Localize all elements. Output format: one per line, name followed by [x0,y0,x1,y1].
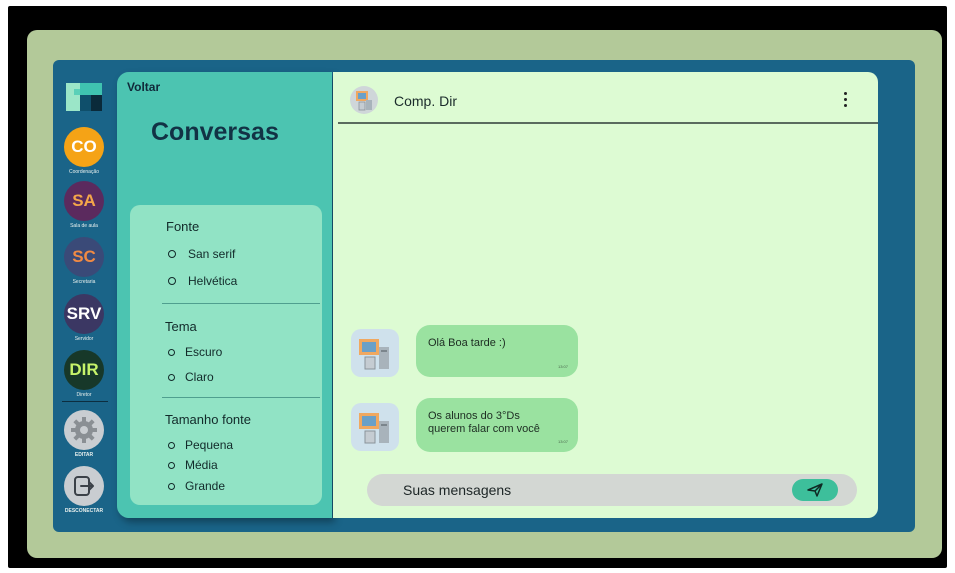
message-time: 13:07 [557,364,568,369]
message-input[interactable] [403,474,783,506]
option-label: Grande [185,479,226,493]
settings-divider [162,397,320,398]
rail-item-coordenacao[interactable]: CO Coordenação [58,127,110,175]
back-link[interactable]: Voltar [127,80,160,94]
font-heading: Fonte [166,219,200,234]
edit-label: EDITAR [74,452,94,458]
logout-label: DESCONECTAR [64,508,104,514]
option-label: San serif [188,247,236,261]
servidor-avatar: SRV [64,294,104,334]
sala-de-aula-avatar: SA [64,181,104,221]
contact-avatar[interactable] [350,86,378,114]
computer-icon [359,339,389,370]
diretor-avatar: DIR [64,350,104,390]
message-text: Os alunos do 3°Ds querem falar com você [428,410,540,436]
radio-icon[interactable] [168,441,175,449]
rail-caption: Secretaria [72,279,96,285]
option-label: Claro [185,370,214,384]
theme-option-escuro[interactable]: Escuro [168,345,222,359]
option-label: Média [185,458,218,472]
size-option-grande[interactable]: Grande [168,479,225,493]
font-option-sans-serif[interactable]: San serif [168,247,235,261]
coordenacao-avatar: CO [64,127,104,167]
radio-icon[interactable] [168,482,175,490]
message-input-bar [367,474,857,506]
chat-header-divider [338,122,878,124]
option-label: Escuro [185,345,223,359]
rail-abbr: SC [72,247,96,266]
rail-caption: Diretor [76,392,92,398]
gear-icon [64,410,104,450]
rail-item-sala-de-aula[interactable]: SA Sala de aula [58,181,110,229]
theme-heading: Tema [165,319,197,334]
rail-caption: Coordenação [68,169,100,175]
radio-icon[interactable] [168,373,175,381]
computer-icon [356,91,372,111]
send-button[interactable] [792,479,838,501]
message-text: Olá Boa tarde :) [428,337,506,349]
option-label: Helvética [188,274,238,288]
radio-icon[interactable] [168,277,176,285]
rail-caption: Servidor [74,336,94,342]
rail-item-servidor[interactable]: SRV Servidor [58,294,110,342]
send-icon [807,483,823,497]
radio-icon[interactable] [168,348,175,356]
more-options-icon[interactable] [841,92,849,112]
size-option-media[interactable]: Média [168,458,218,472]
edit-button[interactable]: EDITAR [58,410,110,458]
rail-abbr: DIR [69,360,99,379]
logout-icon [64,466,104,506]
message-bubble: Olá Boa tarde :) 13:07 [416,325,578,377]
rail-divider [62,401,108,402]
option-label: Pequena [185,438,234,452]
rail-abbr: SRV [66,304,102,323]
contact-name: Comp. Dir [394,93,458,109]
settings-divider [162,303,320,304]
computer-icon [359,413,389,444]
logout-button[interactable]: DESCONECTAR [58,466,110,514]
radio-icon[interactable] [168,250,176,258]
message-bubble: Os alunos do 3°Ds querem falar com você … [416,398,578,452]
sender-avatar [351,403,399,451]
secretaria-avatar: SC [64,237,104,277]
font-size-heading: Tamanho fonte [165,412,252,427]
rail-item-diretor[interactable]: DIR Diretor [58,350,110,398]
message-time: 13:07 [557,439,568,444]
radio-icon[interactable] [168,461,175,469]
rail-caption: Sala de aula [70,223,98,229]
rail-abbr: CO [71,137,97,156]
rail-item-secretaria[interactable]: SC Secretaria [58,237,110,285]
sender-avatar [351,329,399,377]
rail-abbr: SA [72,191,96,210]
app-logo-icon [66,83,102,111]
theme-option-claro[interactable]: Claro [168,370,214,384]
chat-panel [333,72,878,518]
conversations-title: Conversas [151,118,279,146]
size-option-pequena[interactable]: Pequena [168,438,233,452]
message-line: querem falar com você [428,423,540,435]
font-option-helvetica[interactable]: Helvética [168,274,237,288]
message-line: Os alunos do 3°Ds [428,410,520,422]
